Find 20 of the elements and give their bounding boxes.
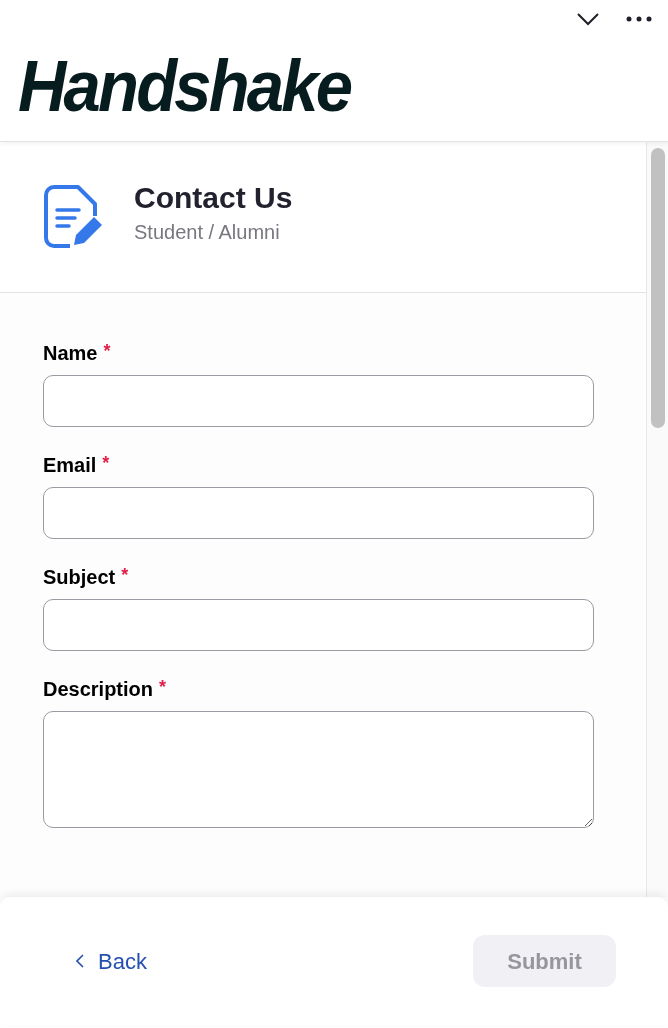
scrollbar-thumb[interactable] (650, 148, 665, 428)
text-area[interactable] (43, 711, 594, 828)
required-mark: * (159, 677, 167, 697)
field-label: Name (43, 341, 98, 365)
required-mark: * (121, 565, 129, 585)
input-field[interactable] (43, 487, 594, 539)
required-mark: * (102, 453, 110, 473)
input-field[interactable] (43, 599, 594, 651)
field-label: Description (43, 677, 154, 701)
more-icon[interactable] (626, 16, 652, 22)
logo: Handshake (18, 48, 351, 124)
page-title: Contact Us (134, 180, 293, 216)
input-field[interactable] (43, 375, 594, 427)
back-link[interactable]: Back (76, 944, 147, 978)
field-label: Subject (43, 565, 116, 589)
field-label: Email (43, 453, 97, 477)
chevron-left-icon (76, 954, 84, 968)
chevron-down-icon[interactable] (576, 12, 600, 26)
required-mark: * (103, 341, 111, 361)
page-subtitle: Student / Alumni (134, 220, 281, 245)
